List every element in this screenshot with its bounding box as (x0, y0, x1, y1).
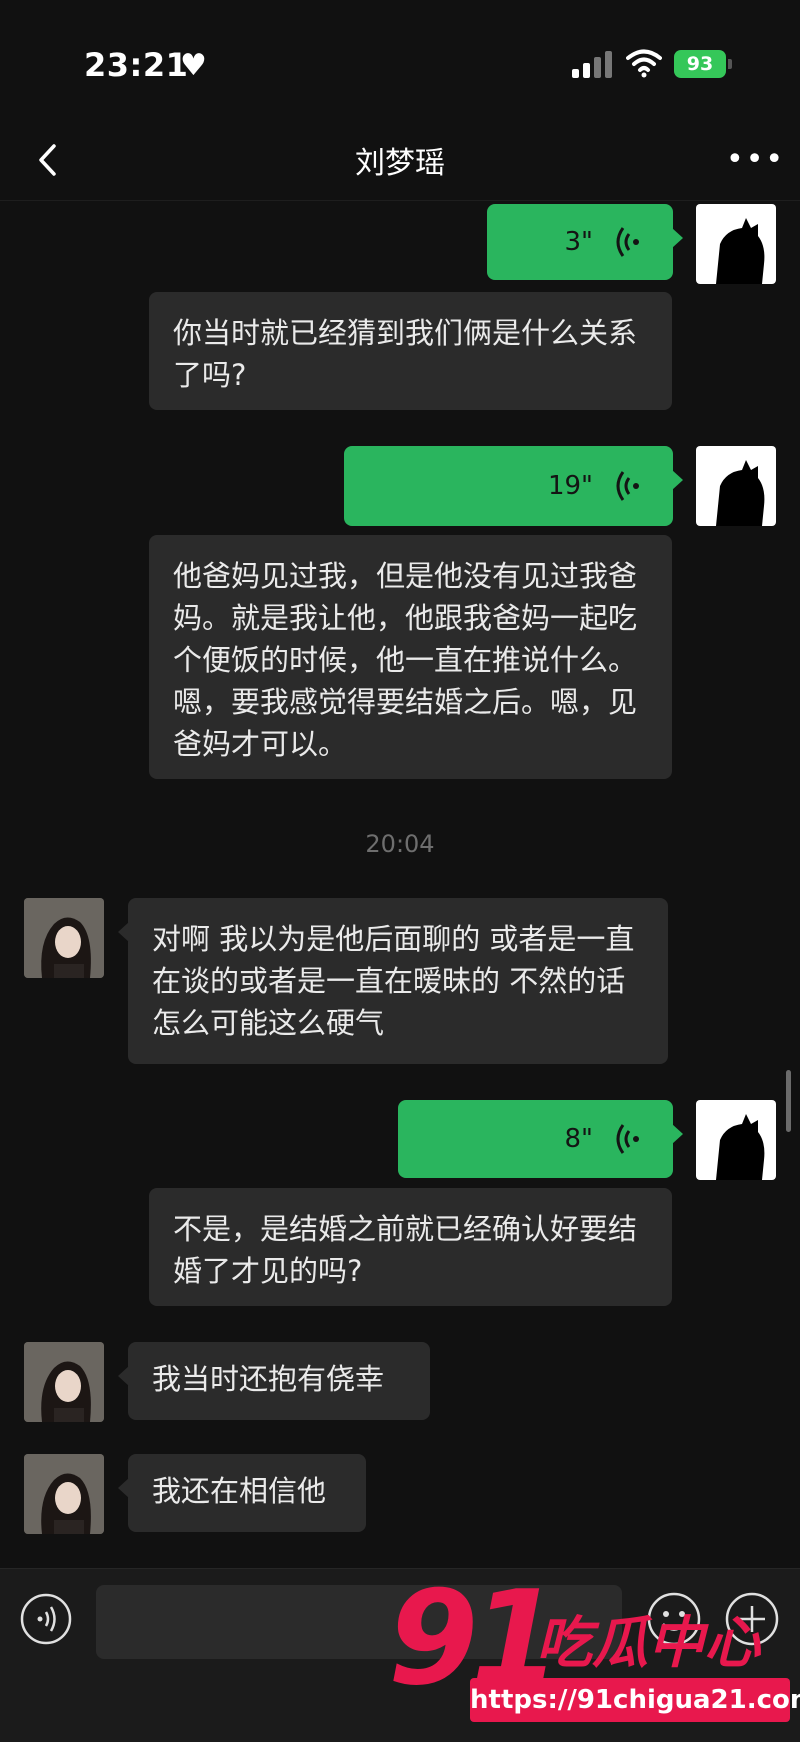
self-avatar[interactable] (696, 1100, 776, 1180)
chat-title: 刘梦瑶 (355, 146, 445, 181)
status-time: 23:21 (84, 46, 189, 84)
status-bar: 23:21 ♥ 93 (0, 0, 800, 120)
contact-photo (24, 1342, 104, 1422)
watermark-brand: 吃瓜中心 (536, 1611, 760, 1676)
voice-wave-icon (616, 227, 639, 257)
chat-timestamp: 20:04 (365, 830, 435, 858)
message-text: 我当时还抱有侥幸 (152, 1362, 385, 1396)
heart-icon: ♥ (180, 48, 207, 83)
black-cat-icon (716, 460, 765, 526)
contact-avatar[interactable] (24, 1342, 104, 1422)
contact-photo (24, 1454, 104, 1534)
black-cat-icon (716, 218, 765, 284)
voice-duration: 19" (547, 471, 593, 501)
voice-input-icon[interactable] (20, 1593, 72, 1645)
contact-photo (24, 898, 104, 978)
contact-avatar[interactable] (24, 1454, 104, 1534)
message-bubble: 他爸妈见过我，但是他没有见过我爸妈。就是我让他，他跟我爸妈一起吃个便饭的时候，他… (149, 535, 672, 779)
battery-tip (728, 59, 732, 69)
voice-wave-icon (616, 1124, 639, 1154)
message-bubble: 不是，是结婚之前就已经确认好要结婚了才见的吗? (149, 1188, 672, 1306)
voice-message[interactable]: 8" (398, 1100, 683, 1178)
watermark-logo: 91 吃瓜中心 https://91chigua21.com (380, 1562, 800, 1741)
self-avatar[interactable] (696, 204, 776, 284)
message-bubble: 对啊 我以为是他后面聊的 或者是一直在谈的或者是一直在暧昧的 不然的话怎么可能这… (118, 898, 668, 1064)
message-bubble: 我当时还抱有侥幸 (118, 1342, 430, 1420)
scrollbar[interactable] (786, 1070, 791, 1132)
more-options-icon[interactable]: ••• (726, 142, 785, 177)
voice-duration: 3" (564, 227, 593, 257)
voice-duration: 8" (564, 1124, 593, 1154)
message-text: 你当时就已经猜到我们俩是什么关系了吗? (173, 316, 638, 392)
message-text: 对啊 我以为是他后面聊的 或者是一直在谈的或者是一直在暧昧的 不然的话怎么可能这… (152, 922, 635, 1040)
message-text: 他爸妈见过我，但是他没有见过我爸妈。就是我让他，他跟我爸妈一起吃个便饭的时候，他… (173, 559, 638, 761)
voice-wave-icon (616, 471, 639, 501)
self-avatar[interactable] (696, 446, 776, 526)
message-bubble: 你当时就已经猜到我们俩是什么关系了吗? (149, 292, 672, 410)
contact-avatar[interactable] (24, 898, 104, 978)
voice-message[interactable]: 3" (487, 204, 683, 280)
voice-message[interactable]: 19" (344, 446, 683, 526)
cellular-signal-icon (572, 50, 614, 78)
battery-indicator: 93 (674, 50, 726, 78)
message-text: 不是，是结婚之前就已经确认好要结婚了才见的吗? (173, 1212, 638, 1288)
message-text: 我还在相信他 (152, 1474, 327, 1508)
chat-header: 刘梦瑶 ••• (0, 120, 800, 201)
message-bubble: 我还在相信他 (118, 1454, 366, 1532)
black-cat-icon (716, 1114, 765, 1180)
wifi-icon (626, 49, 662, 78)
watermark-url: https://91chigua21.com (470, 1678, 800, 1722)
